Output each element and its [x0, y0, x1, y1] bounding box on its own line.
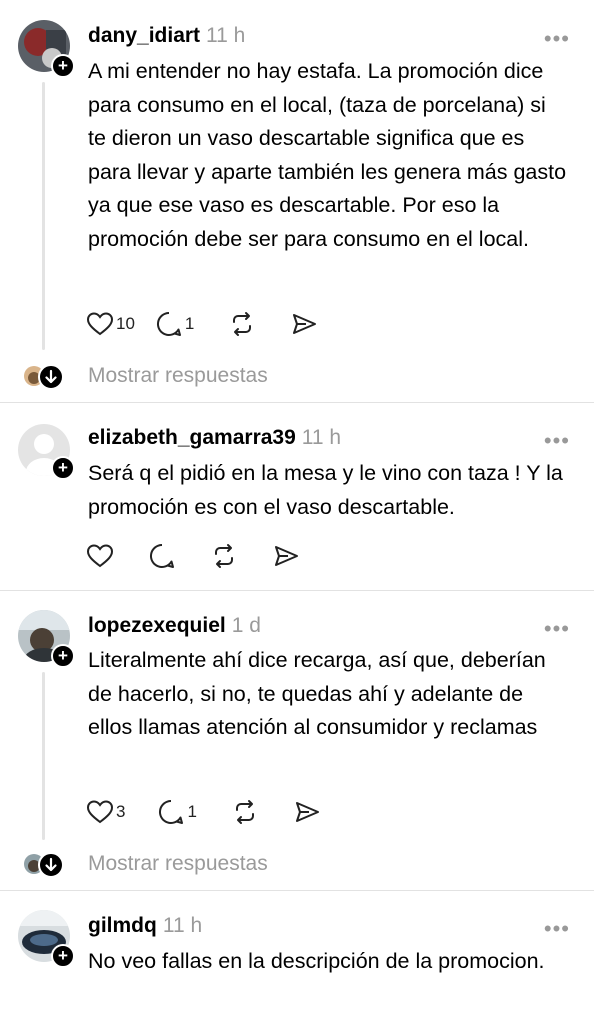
divider	[0, 890, 594, 891]
repost-icon	[233, 312, 252, 336]
like-count: 10	[116, 314, 135, 333]
share-button[interactable]	[272, 542, 300, 570]
follow-button[interactable]: +	[51, 456, 75, 480]
follow-button[interactable]: +	[51, 54, 75, 78]
comment-text: Será q el pidió en la mesa y le vino con…	[88, 461, 563, 519]
thread-line	[42, 672, 45, 840]
divider	[0, 590, 594, 591]
username[interactable]: dany_idiart 11 h	[88, 24, 245, 48]
comment-text: A mi entender no hay estafa. La promoció…	[88, 59, 567, 251]
show-replies-link[interactable]: Mostrar respuestas	[88, 852, 268, 876]
repost-button[interactable]	[210, 542, 238, 570]
share-button[interactable]	[293, 798, 321, 826]
comment-text: Literalmente ahí dice recarga, así que, …	[88, 648, 546, 739]
timestamp: 11 h	[301, 426, 342, 449]
heart-icon	[86, 312, 114, 336]
comment-icon	[159, 799, 184, 824]
like-button[interactable]: 10	[86, 311, 135, 337]
timestamp: 11 h	[206, 24, 246, 47]
follow-button[interactable]: +	[51, 944, 75, 968]
action-bar	[86, 542, 320, 570]
username[interactable]: elizabeth_gamarra39 11 h	[88, 426, 341, 450]
reply-button[interactable]: 1	[155, 310, 194, 338]
chevron-down-icon	[38, 364, 64, 390]
heart-icon	[86, 544, 114, 568]
show-replies-row[interactable]: Mostrar respuestas	[0, 846, 594, 886]
reply-button[interactable]	[148, 542, 176, 570]
username[interactable]: lopezexequiel 1 d	[88, 614, 261, 638]
reply-count: 1	[184, 314, 195, 333]
reply-count: 1	[187, 802, 197, 821]
share-button[interactable]	[290, 310, 318, 338]
heart-icon	[86, 800, 114, 824]
like-button[interactable]: 3	[86, 799, 125, 825]
comment-text: No veo fallas en la descripción de la pr…	[88, 949, 545, 973]
more-options-icon[interactable]: •••	[544, 28, 570, 50]
reply-button[interactable]: 1	[157, 798, 197, 826]
show-replies-link[interactable]: Mostrar respuestas	[88, 364, 268, 388]
follow-button[interactable]: +	[51, 644, 75, 668]
repost-icon	[235, 800, 254, 824]
thread-line	[42, 82, 45, 350]
more-options-icon[interactable]: •••	[544, 430, 570, 452]
share-icon	[293, 314, 317, 334]
timestamp: 1 d	[231, 614, 261, 637]
more-options-icon[interactable]: •••	[544, 618, 570, 640]
comment-icon	[156, 311, 181, 336]
share-icon	[295, 802, 319, 822]
action-bar: 3 1	[86, 798, 341, 826]
like-button[interactable]	[86, 543, 114, 569]
repost-button[interactable]	[231, 798, 259, 826]
like-count: 3	[116, 802, 126, 821]
chevron-down-icon	[38, 852, 64, 878]
more-options-icon[interactable]: •••	[544, 918, 570, 940]
username[interactable]: gilmdq 11 h	[88, 914, 202, 938]
share-icon	[275, 546, 298, 566]
repost-button[interactable]	[228, 310, 256, 338]
show-replies-row[interactable]: Mostrar respuestas	[0, 358, 594, 398]
timestamp: 11 h	[162, 914, 203, 937]
comment-icon	[150, 543, 174, 568]
action-bar: 10 1	[86, 310, 338, 338]
divider	[0, 402, 594, 403]
repost-icon	[215, 544, 233, 568]
